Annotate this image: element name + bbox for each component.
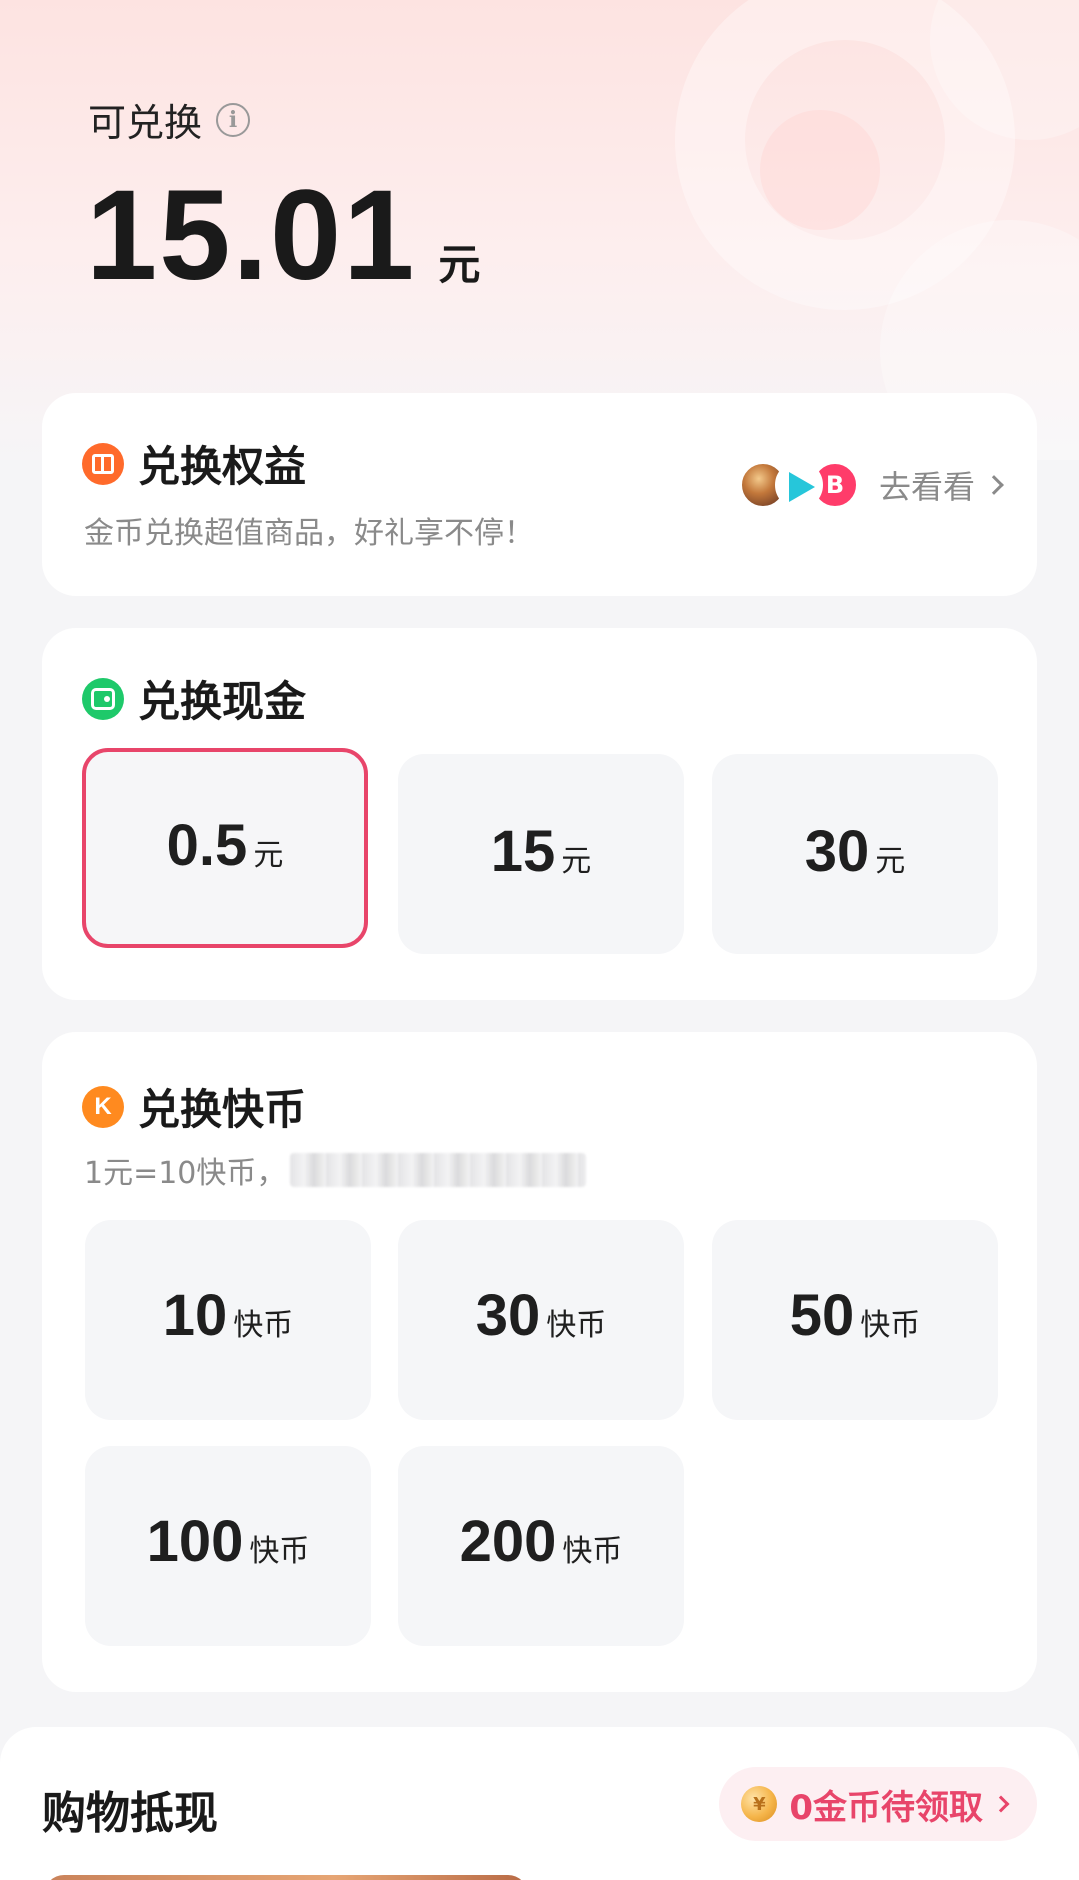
balance-label-text: 可兑换	[88, 101, 203, 145]
option-unit: 元	[875, 844, 906, 879]
rights-card[interactable]: 兑换权益 金币兑换超值商品，好礼享不停！ B 去看看	[42, 393, 1037, 596]
product-thumbnail[interactable]	[44, 1875, 528, 1880]
pending-coins-button[interactable]: ¥ 0金币待领取	[719, 1767, 1037, 1841]
option-value: 0.5	[166, 813, 248, 878]
chevron-right-icon	[992, 1795, 1010, 1813]
kuaibi-card: K 兑换快币 1元=10快币， 10 快币 30 快币 50 快币 100 快币…	[42, 1032, 1037, 1692]
option-value: 30	[804, 819, 870, 884]
option-value: 30	[475, 1283, 541, 1348]
go-see-button[interactable]: 去看看	[878, 462, 1004, 508]
shopping-title: 购物抵现	[42, 1788, 218, 1839]
balance-value: 15.01	[86, 164, 417, 307]
kuaibi-rate-text: 1元=10快币，	[84, 1156, 287, 1191]
info-icon[interactable]: i	[216, 102, 251, 137]
wallet-icon	[82, 677, 124, 720]
option-value: 200	[459, 1509, 557, 1574]
balance-label: 可兑换 i	[88, 92, 251, 147]
cash-option-30[interactable]: 30 元	[712, 754, 998, 954]
kuaibi-option-30[interactable]: 30 快币	[398, 1220, 684, 1420]
option-unit: 元	[561, 844, 592, 879]
pending-coins-label: 0金币待领取	[789, 1787, 983, 1828]
kuaibi-option-200[interactable]: 200 快币	[398, 1446, 684, 1646]
option-value: 100	[146, 1509, 244, 1574]
option-unit: 快币	[546, 1308, 607, 1343]
kuaibi-option-10[interactable]: 10 快币	[85, 1220, 371, 1420]
kuaibi-subtitle: 1元=10快币，	[84, 1148, 587, 1192]
gift-icon	[82, 442, 124, 485]
cash-title-text: 兑换现金	[138, 677, 307, 726]
kuaibi-title: K 兑换快币	[82, 1076, 306, 1137]
balance-unit: 元	[438, 240, 481, 289]
option-unit: 快币	[860, 1308, 921, 1343]
rights-subtitle: 金币兑换超值商品，好礼享不停！	[84, 516, 534, 551]
balance-amount: 15.01 元	[86, 162, 480, 309]
kuaibi-title-text: 兑换快币	[138, 1085, 307, 1134]
coin-icon: ¥	[741, 1786, 778, 1822]
option-value: 50	[789, 1283, 855, 1348]
cash-option-15[interactable]: 15 元	[398, 754, 684, 954]
cash-option-0-5[interactable]: 0.5 元	[82, 748, 368, 948]
decorative-blob	[760, 110, 880, 230]
kuaibi-option-100[interactable]: 100 快币	[85, 1446, 371, 1646]
option-unit: 元	[253, 838, 284, 873]
kuaibi-k-icon: K	[82, 1085, 124, 1128]
option-value: 15	[490, 819, 556, 884]
cash-card: 兑换现金 0.5 元 15 元 30 元	[42, 628, 1037, 1000]
option-value: 10	[162, 1283, 228, 1348]
rights-title-text: 兑换权益	[138, 442, 307, 491]
option-unit: 快币	[249, 1534, 310, 1569]
cash-title: 兑换现金	[82, 668, 306, 729]
option-unit: 快币	[562, 1534, 623, 1569]
kuaibi-option-50[interactable]: 50 快币	[712, 1220, 998, 1420]
redacted-text	[290, 1153, 587, 1187]
shopping-section: 购物抵现 ¥ 0金币待领取	[0, 1727, 1079, 1880]
rights-title: 兑换权益	[82, 433, 306, 494]
go-see-label: 去看看	[878, 468, 975, 506]
chevron-right-icon	[984, 475, 1004, 495]
option-unit: 快币	[233, 1308, 294, 1343]
rights-go-link[interactable]: B 去看看	[738, 461, 1004, 509]
video-play-icon	[774, 461, 823, 509]
app-icons: B	[738, 461, 859, 509]
